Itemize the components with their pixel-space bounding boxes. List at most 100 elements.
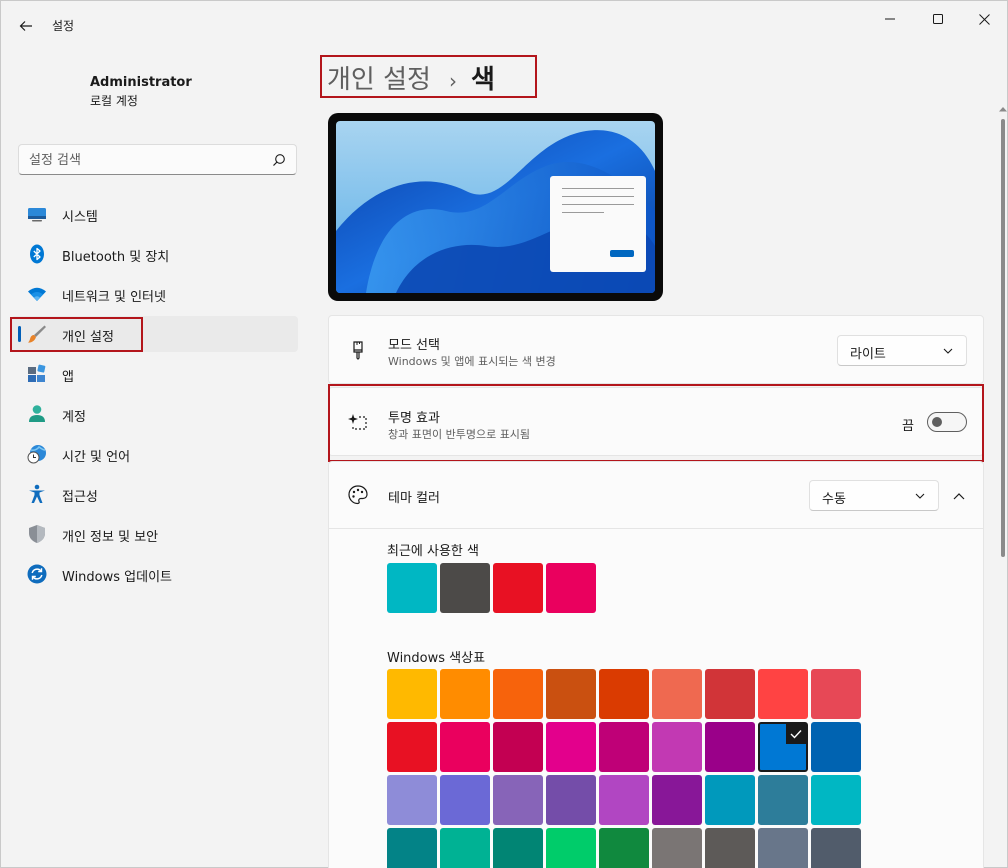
color-swatch[interactable]: [493, 775, 543, 825]
color-swatch[interactable]: [440, 828, 490, 868]
sidebar-item-label: 앱: [62, 370, 74, 385]
color-swatch[interactable]: [546, 563, 596, 613]
theme-color-header[interactable]: 테마 컬러 수동: [329, 462, 983, 529]
user-profile: Administrator 로컬 계정: [90, 75, 192, 109]
color-swatch-selected[interactable]: [758, 722, 808, 772]
color-swatch[interactable]: [546, 669, 596, 719]
close-icon: [978, 13, 990, 25]
preview-accent-button: [610, 250, 634, 257]
theme-color-title: 테마 컬러: [388, 491, 440, 506]
back-button[interactable]: [13, 13, 39, 39]
color-swatch[interactable]: [387, 563, 437, 613]
palette-icon: [348, 485, 368, 505]
scrollbar-thumb[interactable]: [1001, 119, 1005, 557]
accessibility-icon: [29, 484, 45, 503]
color-swatch[interactable]: [599, 775, 649, 825]
mode-title: 모드 선택: [388, 338, 440, 353]
color-swatch[interactable]: [493, 669, 543, 719]
mode-dropdown[interactable]: 라이트: [837, 335, 967, 366]
color-swatch[interactable]: [546, 722, 596, 772]
update-icon: [27, 564, 47, 584]
color-swatch[interactable]: [758, 828, 808, 868]
color-swatch[interactable]: [493, 828, 543, 868]
color-swatch[interactable]: [652, 828, 702, 868]
theme-color-dropdown[interactable]: 수동: [809, 480, 939, 511]
theme-color-dropdown-value: 수동: [822, 492, 846, 507]
color-swatch[interactable]: [811, 828, 861, 868]
color-swatch[interactable]: [546, 775, 596, 825]
chevron-down-icon: [915, 493, 925, 499]
color-swatch[interactable]: [652, 775, 702, 825]
sidebar-item-label: 계정: [62, 410, 86, 425]
color-swatch[interactable]: [440, 669, 490, 719]
search-input[interactable]: [29, 151, 259, 169]
maximize-button[interactable]: [915, 5, 961, 33]
color-swatch[interactable]: [811, 775, 861, 825]
color-swatch[interactable]: [811, 669, 861, 719]
color-swatch[interactable]: [440, 722, 490, 772]
chevron-down-icon: [943, 348, 953, 354]
sidebar-item-label: 접근성: [62, 490, 98, 505]
color-swatch[interactable]: [387, 828, 437, 868]
sidebar-item-windows-update[interactable]: Windows 업데이트: [11, 556, 298, 592]
sidebar-item-apps[interactable]: 앱: [11, 356, 298, 392]
color-swatch[interactable]: [705, 722, 755, 772]
sidebar-item-accounts[interactable]: 계정: [11, 396, 298, 432]
windows-palette-label: Windows 색상표: [387, 651, 486, 666]
recent-colors-label: 최근에 사용한 색: [387, 544, 479, 559]
checkmark-icon: [786, 724, 806, 744]
theme-preview: [328, 113, 663, 301]
color-swatch[interactable]: [546, 828, 596, 868]
mode-card: 모드 선택 Windows 및 앱에 표시되는 색 변경 라이트: [328, 315, 984, 384]
minimize-icon: [885, 18, 895, 20]
sidebar-item-bluetooth[interactable]: Bluetooth 및 장치: [11, 236, 298, 272]
title-bar: 설정: [1, 1, 1007, 49]
color-swatch[interactable]: [705, 669, 755, 719]
color-swatch[interactable]: [599, 722, 649, 772]
mode-dropdown-value: 라이트: [850, 347, 886, 362]
color-swatch[interactable]: [493, 563, 543, 613]
window-title: 설정: [52, 19, 75, 33]
sidebar-item-label: Bluetooth 및 장치: [62, 250, 170, 265]
color-swatch[interactable]: [705, 775, 755, 825]
color-swatch[interactable]: [758, 669, 808, 719]
color-swatch[interactable]: [705, 828, 755, 868]
user-name: Administrator: [90, 75, 192, 90]
sidebar-item-label: Windows 업데이트: [62, 570, 173, 585]
color-swatch[interactable]: [387, 775, 437, 825]
chevron-up-icon[interactable]: [952, 489, 966, 503]
color-swatch[interactable]: [387, 669, 437, 719]
account-icon: [29, 405, 45, 422]
wallpaper-preview: [336, 121, 655, 293]
close-button[interactable]: [961, 5, 1007, 33]
color-swatch[interactable]: [758, 775, 808, 825]
minimize-button[interactable]: [867, 5, 913, 33]
color-swatch[interactable]: [599, 828, 649, 868]
wifi-icon: [28, 287, 46, 301]
bluetooth-icon: [30, 244, 44, 264]
color-swatch[interactable]: [599, 669, 649, 719]
sidebar-item-system[interactable]: 시스템: [11, 196, 298, 232]
system-icon: [28, 208, 46, 222]
sidebar-item-time-language[interactable]: 시간 및 언어: [11, 436, 298, 472]
search-box: [18, 144, 297, 175]
back-arrow-icon: [19, 21, 32, 31]
sidebar-item-privacy-security[interactable]: 개인 정보 및 보안: [11, 516, 298, 552]
sidebar-item-accessibility[interactable]: 접근성: [11, 476, 298, 512]
settings-window: 설정 Administrator 로컬 계정 시스템: [0, 0, 1008, 868]
sidebar-item-label: 시스템: [62, 210, 98, 225]
color-swatch[interactable]: [652, 722, 702, 772]
color-swatch[interactable]: [440, 775, 490, 825]
color-swatch[interactable]: [811, 722, 861, 772]
color-swatch[interactable]: [387, 722, 437, 772]
scroll-up-arrow-icon[interactable]: [998, 105, 1008, 113]
user-account-type: 로컬 계정: [90, 94, 138, 108]
color-swatch[interactable]: [440, 563, 490, 613]
color-swatch[interactable]: [652, 669, 702, 719]
sidebar-item-network[interactable]: 네트워크 및 인터넷: [11, 276, 298, 312]
search-icon[interactable]: [272, 153, 286, 167]
color-swatch[interactable]: [493, 722, 543, 772]
sidebar-nav: 시스템 Bluetooth 및 장치 네트워크 및 인터넷 개인 설정 앱 계정…: [11, 196, 298, 596]
sidebar-item-label: 네트워크 및 인터넷: [62, 290, 166, 305]
sidebar-item-label: 시간 및 언어: [62, 450, 131, 465]
